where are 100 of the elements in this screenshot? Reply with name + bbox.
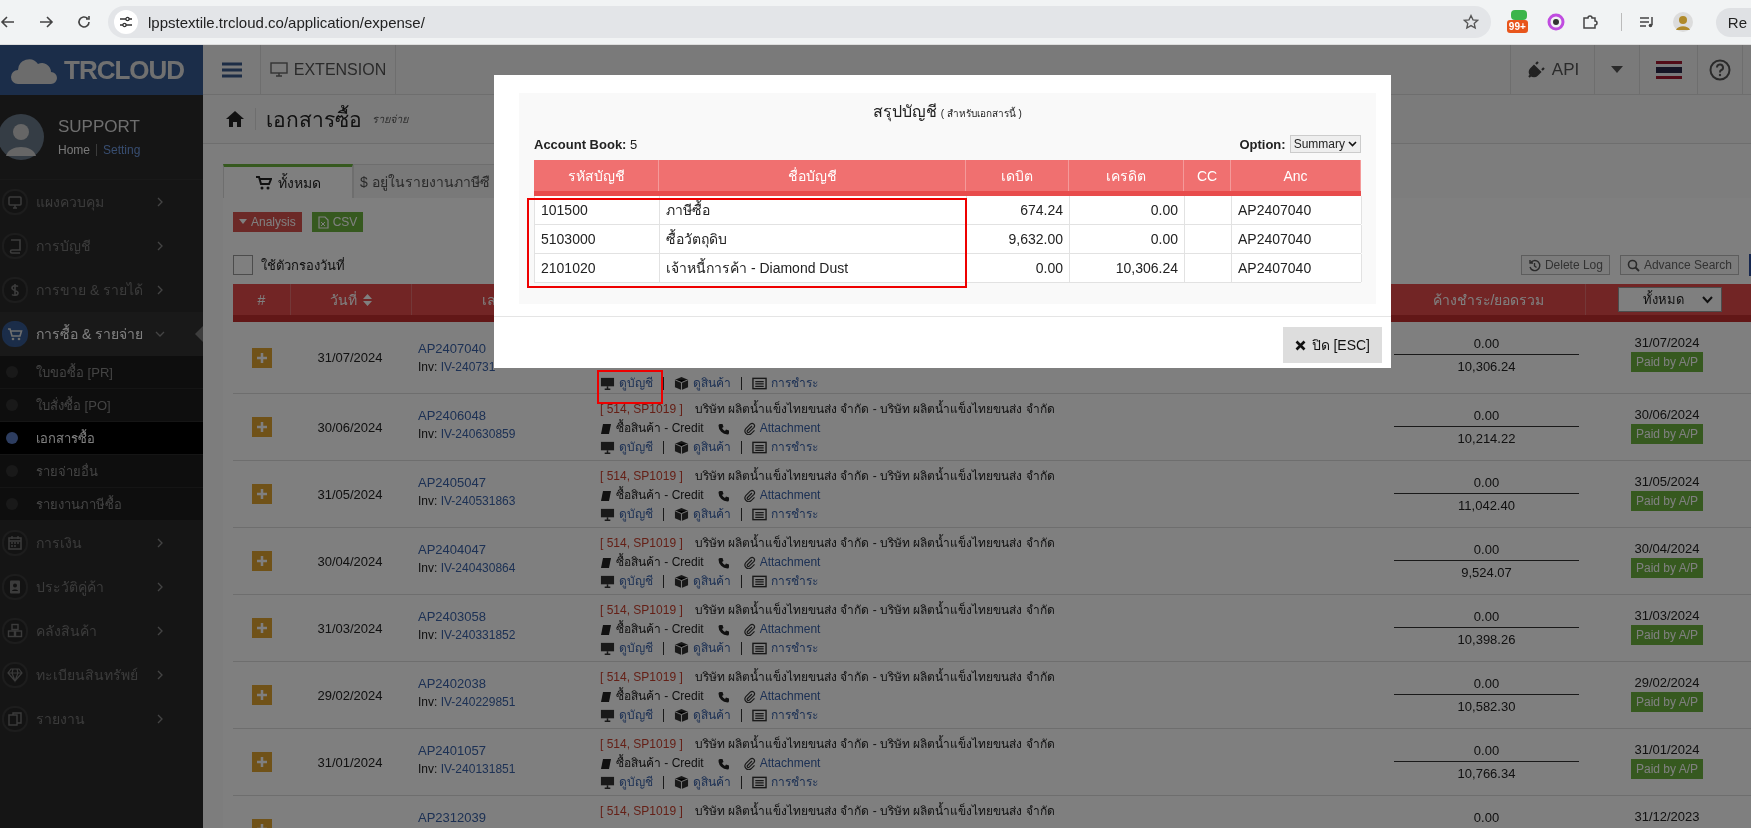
- document-link[interactable]: AP2402038: [418, 675, 600, 693]
- sidebar-subitem[interactable]: เอกสารซื้อ: [0, 422, 203, 455]
- row-action-link[interactable]: ดูบัญชี: [619, 374, 653, 393]
- invoice-label: Inv:: [418, 561, 438, 575]
- document-link[interactable]: AP2403058: [418, 608, 600, 626]
- profile-button[interactable]: Re: [1715, 7, 1751, 37]
- supplier-name: บริษัท ผลิตน้ำแข็งไทยขนส่ง จำกัด - บริษัท ผลิตน้ำแข็งไทยขนส่ง จำกัด: [694, 467, 1055, 485]
- invoice-link[interactable]: IV-240229851: [440, 695, 516, 709]
- row-action-link[interactable]: ดูสินค้า: [693, 706, 731, 725]
- invoice-link[interactable]: IV-240531863: [440, 494, 516, 508]
- outstanding-amount: 0.00: [1394, 607, 1579, 628]
- row-action-link[interactable]: ดูบัญชี: [619, 438, 653, 457]
- reload-icon[interactable]: [76, 14, 92, 30]
- attachment-link[interactable]: Attachment: [759, 419, 821, 438]
- row-action-link[interactable]: ดูสินค้า: [693, 639, 731, 658]
- site-settings-icon[interactable]: [114, 10, 138, 34]
- row-action-link[interactable]: ดูสินค้า: [693, 505, 731, 524]
- row-action-link[interactable]: การชำระ: [771, 706, 818, 725]
- advance-search-button[interactable]: Advance Search: [1619, 255, 1739, 275]
- phone-icon[interactable]: [717, 623, 730, 636]
- avatar-icon[interactable]: [1671, 11, 1694, 33]
- address-bar[interactable]: lppstextile.trcloud.co/application/expense/: [108, 6, 1491, 38]
- row-action-link[interactable]: ดูสินค้า: [693, 438, 731, 457]
- supplier-name: บริษัท ผลิตน้ำแข็งไทยขนส่ง จำกัด - บริษัท ผลิตน้ำแข็งไทยขนส่ง จำกัด: [694, 802, 1055, 820]
- document-link[interactable]: AP2401057: [418, 742, 600, 760]
- option-select[interactable]: Summary: [1289, 135, 1361, 153]
- row-action-link[interactable]: ดูบัญชี: [619, 773, 653, 792]
- row-action-link[interactable]: ดูสินค้า: [693, 572, 731, 591]
- extension-button[interactable]: EXTENSION: [261, 45, 396, 94]
- checkbox[interactable]: [233, 255, 253, 275]
- due-date: 30/06/2024: [1634, 406, 1700, 424]
- row-action-link[interactable]: ดูบัญชี: [619, 639, 653, 658]
- row-action-link[interactable]: การชำระ: [771, 505, 818, 524]
- star-icon[interactable]: [1462, 14, 1479, 30]
- total-amount: 10,582.30: [1457, 698, 1516, 716]
- row-action-link[interactable]: ดูสินค้า: [693, 773, 731, 792]
- book-icon: [600, 623, 612, 636]
- row-action-link[interactable]: ดูบัญชี: [619, 505, 653, 524]
- table-cell: 10,306.24: [1070, 254, 1185, 282]
- invoice-link[interactable]: IV-240331852: [440, 628, 516, 642]
- csv-button[interactable]: CSV: [311, 212, 364, 232]
- attachment-link[interactable]: Attachment: [759, 486, 821, 505]
- phone-icon[interactable]: [717, 757, 730, 770]
- row-action-link[interactable]: ดูบัญชี: [619, 572, 653, 591]
- row-action-link[interactable]: การชำระ: [771, 773, 818, 792]
- user-link[interactable]: Home: [58, 143, 90, 157]
- paperclip-icon: [743, 690, 756, 703]
- status-badge: Paid by A/P: [1630, 352, 1703, 372]
- date-text: 31/05/2024: [317, 486, 383, 502]
- puzzle-icon[interactable]: [1580, 13, 1599, 31]
- home-icon[interactable]: [225, 110, 245, 128]
- invoice-link[interactable]: IV-240131851: [440, 762, 516, 776]
- status-filter-select[interactable]: ทั้งหมด: [1618, 287, 1722, 312]
- supplier-name: บริษัท ผลิตน้ำแข็งไทยขนส่ง จำกัด - บริษัท ผลิตน้ำแข็งไทยขนส่ง จำกัด: [694, 735, 1055, 753]
- plus-icon: [256, 757, 267, 767]
- back-icon[interactable]: [0, 14, 16, 30]
- close-button[interactable]: ปิด [ESC]: [1282, 327, 1382, 363]
- document-link[interactable]: AP2406048: [418, 407, 600, 425]
- cart-icon: [2, 321, 28, 347]
- cube-icon: [674, 376, 689, 391]
- history-icon: [1527, 258, 1541, 272]
- row-action-link[interactable]: การชำระ: [771, 438, 818, 457]
- phone-icon[interactable]: [717, 422, 730, 435]
- purchase-type: ซื้อสินค้า - Credit: [616, 486, 704, 504]
- column-header[interactable]: วันที่: [291, 284, 412, 315]
- phone-icon[interactable]: [717, 690, 730, 703]
- row-action-link[interactable]: ดูสินค้า: [693, 374, 731, 393]
- date-text: 30/04/2024: [317, 553, 383, 569]
- outstanding-amount: 0.00: [1394, 674, 1579, 695]
- row-action-link[interactable]: ดูบัญชี: [619, 706, 653, 725]
- date-text: 30/06/2024: [317, 419, 383, 435]
- chevron-icon: [155, 538, 165, 548]
- row-action-link[interactable]: การชำระ: [771, 572, 818, 591]
- invoice-link[interactable]: IV-240430864: [440, 561, 516, 575]
- invoice-link[interactable]: IV-240731: [440, 359, 496, 374]
- attachment-link[interactable]: Attachment: [759, 553, 821, 572]
- row-action-link[interactable]: การชำระ: [771, 639, 818, 658]
- supplier-name: บริษัท ผลิตน้ำแข็งไทยขนส่ง จำกัด - บริษัท ผลิตน้ำแข็งไทยขนส่ง จำกัด: [694, 534, 1055, 552]
- phone-icon[interactable]: [717, 489, 730, 502]
- tab[interactable]: ทั้งหมด: [223, 164, 353, 198]
- outstanding-amount: 0.00: [1394, 473, 1579, 494]
- sidebar-item[interactable]: การซื้อ & รายจ่าย: [0, 312, 203, 356]
- row-action-link[interactable]: การชำระ: [771, 374, 818, 393]
- attachment-link[interactable]: Attachment: [759, 754, 821, 773]
- analysis-button[interactable]: Analysis: [233, 212, 302, 232]
- invoice-link[interactable]: IV-240630859: [440, 427, 516, 441]
- document-link[interactable]: AP2404047: [418, 541, 600, 559]
- document-link[interactable]: AP2312039: [418, 809, 600, 827]
- color-ring-icon[interactable]: [1546, 13, 1565, 31]
- supplier-code: [ 514, SP1019 ]: [600, 736, 683, 753]
- document-link[interactable]: AP2405047: [418, 474, 600, 492]
- list-icon: [752, 440, 767, 455]
- attachment-link[interactable]: Attachment: [759, 687, 821, 706]
- delete-log-button[interactable]: Delete Log: [1520, 255, 1610, 275]
- user-link[interactable]: Setting: [103, 143, 141, 157]
- attachment-link[interactable]: Attachment: [759, 620, 821, 639]
- phone-icon[interactable]: [717, 556, 730, 569]
- api-button[interactable]: API: [1510, 45, 1595, 94]
- forward-icon[interactable]: [38, 14, 54, 30]
- sort-icon[interactable]: [363, 292, 372, 307]
